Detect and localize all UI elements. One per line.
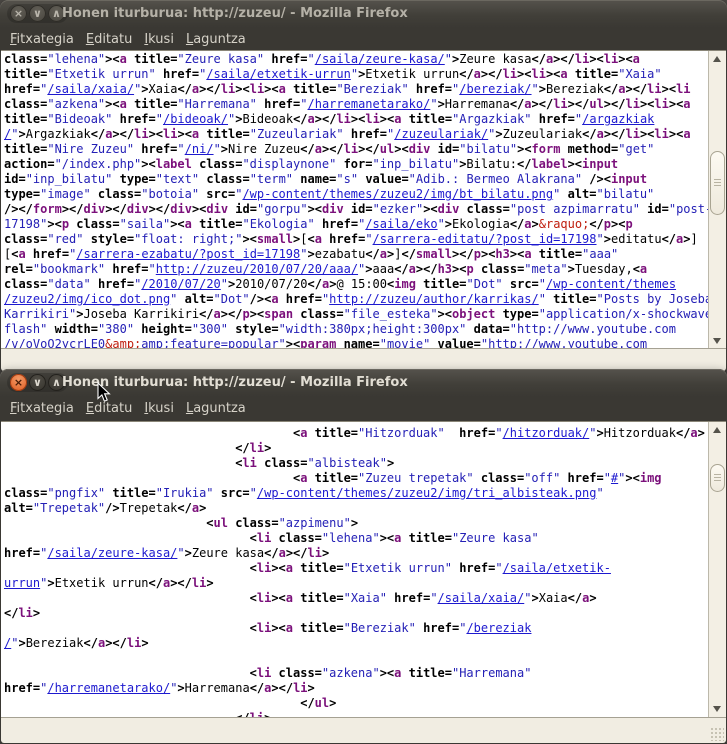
scrollbar-thumb[interactable] [710, 151, 725, 215]
close-button[interactable]: × [10, 374, 27, 391]
menu-fitxategia[interactable]: Fitxategia [4, 29, 80, 51]
source-link[interactable]: /saila/etxetik- [503, 561, 611, 575]
source-link[interactable]: /argazkiak [582, 112, 654, 126]
source-link[interactable]: urrun [4, 576, 40, 590]
source-link[interactable]: /bereziak [466, 621, 531, 635]
source-link[interactable]: /sarrera-ezabatu/?post_id=17198 [76, 247, 300, 261]
menubar: FitxategiaEditatuIkusiLaguntza [0, 28, 727, 50]
source-link[interactable]: /saila/xaia/ [438, 591, 525, 605]
scrollbar-thumb[interactable] [710, 464, 725, 492]
source-window-top: ×∨∧ Honen iturburua: http://zuzeu/ - Moz… [0, 0, 727, 372]
scroll-down-icon[interactable] [709, 701, 725, 716]
source-link[interactable]: /saila/eko [365, 217, 437, 231]
scroll-up-icon[interactable] [709, 52, 725, 67]
minimize-button[interactable]: ∨ [29, 374, 46, 391]
status-bar [1, 348, 726, 371]
source-link[interactable]: /wp-content/themes/zuzeu2/img/bt_bilatu.… [242, 187, 553, 201]
vertical-scrollbar[interactable] [708, 51, 726, 349]
source-link[interactable]: http://zuzeu/author/karrikas/ [329, 292, 539, 306]
source-link[interactable]: /sarrera-editatu/?post_id=17198 [373, 232, 597, 246]
menubar: FitxategiaEditatuIkusiLaguntza [0, 397, 727, 421]
menu-editatu[interactable]: Editatu [80, 29, 138, 51]
source-link[interactable]: /bideoak/ [163, 112, 228, 126]
source-link[interactable]: /ni/ [185, 142, 214, 156]
source-link[interactable]: /2010/07/20 [141, 277, 220, 291]
scroll-up-icon[interactable] [709, 423, 725, 438]
source-code[interactable]: <a title="Hitzorduak" href="/hitzorduak/… [1, 422, 709, 717]
window-title: Honen iturburua: http://zuzeu/ - Mozilla… [62, 369, 408, 397]
menu-ikusi[interactable]: Ikusi [138, 397, 180, 421]
titlebar[interactable]: ×∨∧ Honen iturburua: http://zuzeu/ - Moz… [0, 369, 727, 397]
menu-fitxategia[interactable]: Fitxategia [4, 397, 80, 421]
source-link[interactable]: /saila/xaia/ [47, 82, 134, 96]
source-link[interactable]: /saila/zeure-kasa/ [315, 52, 445, 66]
window-title: Honen iturburua: http://zuzeu/ - Mozilla… [62, 0, 408, 28]
scroll-down-icon[interactable] [709, 333, 725, 348]
menu-laguntza[interactable]: Laguntza [180, 29, 252, 51]
source-link[interactable]: /wp-content/themes [546, 277, 676, 291]
source-link[interactable]: /zuzeu2/img/ico_dot.png [4, 292, 170, 306]
source-link[interactable]: /zuzeulariak/ [394, 127, 488, 141]
source-link[interactable]: /bereziak/ [459, 82, 531, 96]
vertical-scrollbar[interactable] [708, 422, 726, 717]
menu-laguntza[interactable]: Laguntza [180, 397, 252, 421]
source-link[interactable]: http://zuzeu/2010/07/20/aaa/ [156, 262, 358, 276]
window-controls: ×∨∧ [7, 4, 68, 23]
source-link[interactable]: /saila/etxetik-urrun [206, 67, 351, 81]
source-view: <a title="Hitzorduak" href="/hitzorduak/… [1, 421, 726, 717]
window-controls: ×∨∧ [7, 373, 68, 392]
source-link[interactable]: /wp-content/themes/zuzeu2/img/tri_albist… [257, 486, 597, 500]
status-bar [1, 717, 726, 743]
source-link[interactable]: /hitzorduak/ [503, 426, 590, 440]
source-view: class="lehena"><a title="Zeure kasa" hre… [1, 50, 726, 349]
source-code[interactable]: class="lehena"><a title="Zeure kasa" hre… [1, 51, 709, 349]
source-window-bottom: ×∨∧ Honen iturburua: http://zuzeu/ - Moz… [0, 369, 727, 744]
source-link[interactable]: /harremanetarako/ [308, 97, 431, 111]
resize-grip[interactable] [710, 727, 724, 741]
source-link[interactable]: /saila/zeure-kasa/ [47, 546, 177, 560]
close-button[interactable]: × [10, 5, 27, 22]
source-link[interactable]: /harremanetarako/ [47, 681, 170, 695]
menu-editatu[interactable]: Editatu [80, 397, 138, 421]
minimize-button[interactable]: ∨ [29, 5, 46, 22]
titlebar[interactable]: ×∨∧ Honen iturburua: http://zuzeu/ - Moz… [0, 0, 727, 28]
menu-ikusi[interactable]: Ikusi [138, 29, 180, 51]
